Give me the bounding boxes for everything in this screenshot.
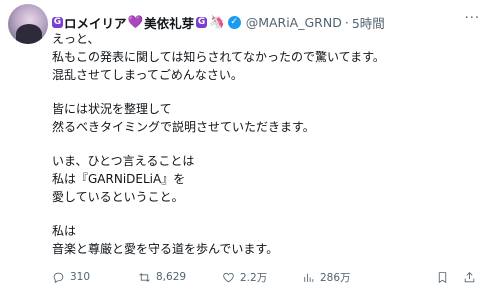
name-emoji-g2: G bbox=[196, 16, 208, 28]
views-button[interactable]: 286万 bbox=[302, 270, 398, 285]
reply-button[interactable]: 310 bbox=[52, 271, 138, 284]
verified-icon: ✓ bbox=[227, 15, 241, 29]
author-name-text: ロメイリア bbox=[64, 15, 127, 31]
author-name[interactable]: G ロメイリア 💜 美依礼芽 G 🦄 bbox=[52, 13, 225, 32]
timestamp[interactable]: 5時間 bbox=[352, 13, 385, 32]
bookmark-button[interactable] bbox=[436, 271, 449, 284]
tweet-body: えっと、 私もこの発表に関しては知らされてなかったので驚いてます。 混乱させてし… bbox=[52, 30, 474, 258]
share-button[interactable] bbox=[463, 271, 476, 284]
tweet: G ロメイリア 💜 美依礼芽 G 🦄 ✓ @MARiA_GRND · 5時間 ·… bbox=[0, 0, 488, 297]
repost-count: 8,629 bbox=[156, 271, 187, 283]
body-line: 私もこの発表に関しては知らされてなかったので驚いてます。 bbox=[52, 50, 385, 64]
body-line: えっと、 bbox=[52, 32, 100, 46]
separator-dot: · bbox=[344, 14, 349, 30]
heart-icon: 💜 bbox=[127, 14, 144, 29]
name-emoji-g: G bbox=[52, 16, 63, 28]
more-icon[interactable]: ··· bbox=[465, 11, 480, 26]
avatar[interactable] bbox=[8, 4, 48, 44]
views-icon bbox=[304, 273, 314, 282]
secondary-actions bbox=[436, 271, 476, 284]
tweet-header: G ロメイリア 💜 美依礼芽 G 🦄 ✓ @MARiA_GRND · 5時間 bbox=[52, 12, 458, 32]
body-line: 私は『GARNiDELiA』を bbox=[52, 172, 186, 186]
unicorn-icon: 🦄 bbox=[209, 14, 225, 29]
like-button[interactable]: 2.2万 bbox=[222, 270, 302, 285]
like-count: 2.2万 bbox=[240, 271, 268, 284]
repost-button[interactable]: 8,629 bbox=[138, 271, 222, 284]
body-line: いま、ひとつ言えることは bbox=[52, 154, 195, 168]
reply-count: 310 bbox=[70, 271, 91, 283]
reply-icon bbox=[53, 272, 64, 283]
share-icon bbox=[464, 271, 475, 282]
views-count: 286万 bbox=[320, 271, 351, 284]
body-line: 愛しているということ。 bbox=[52, 190, 184, 204]
author-handle[interactable]: @MARiA_GRND bbox=[246, 15, 342, 30]
body-line: 音楽と尊厳と愛を守る道を歩んでいます。 bbox=[52, 242, 279, 256]
body-line: 私は bbox=[52, 224, 77, 238]
author-name-suffix: 美依礼芽 bbox=[144, 15, 195, 31]
body-line: 然るべきタイミングで説明させていただきます。 bbox=[52, 120, 315, 134]
bookmark-icon bbox=[438, 271, 447, 283]
repost-icon bbox=[139, 272, 150, 282]
body-line: 皆には状況を整理して bbox=[52, 102, 172, 116]
like-icon bbox=[223, 272, 234, 282]
action-bar: 310 8,629 2.2万 286万 bbox=[52, 268, 476, 286]
body-line: 混乱させてしまってごめんなさい。 bbox=[52, 68, 243, 82]
